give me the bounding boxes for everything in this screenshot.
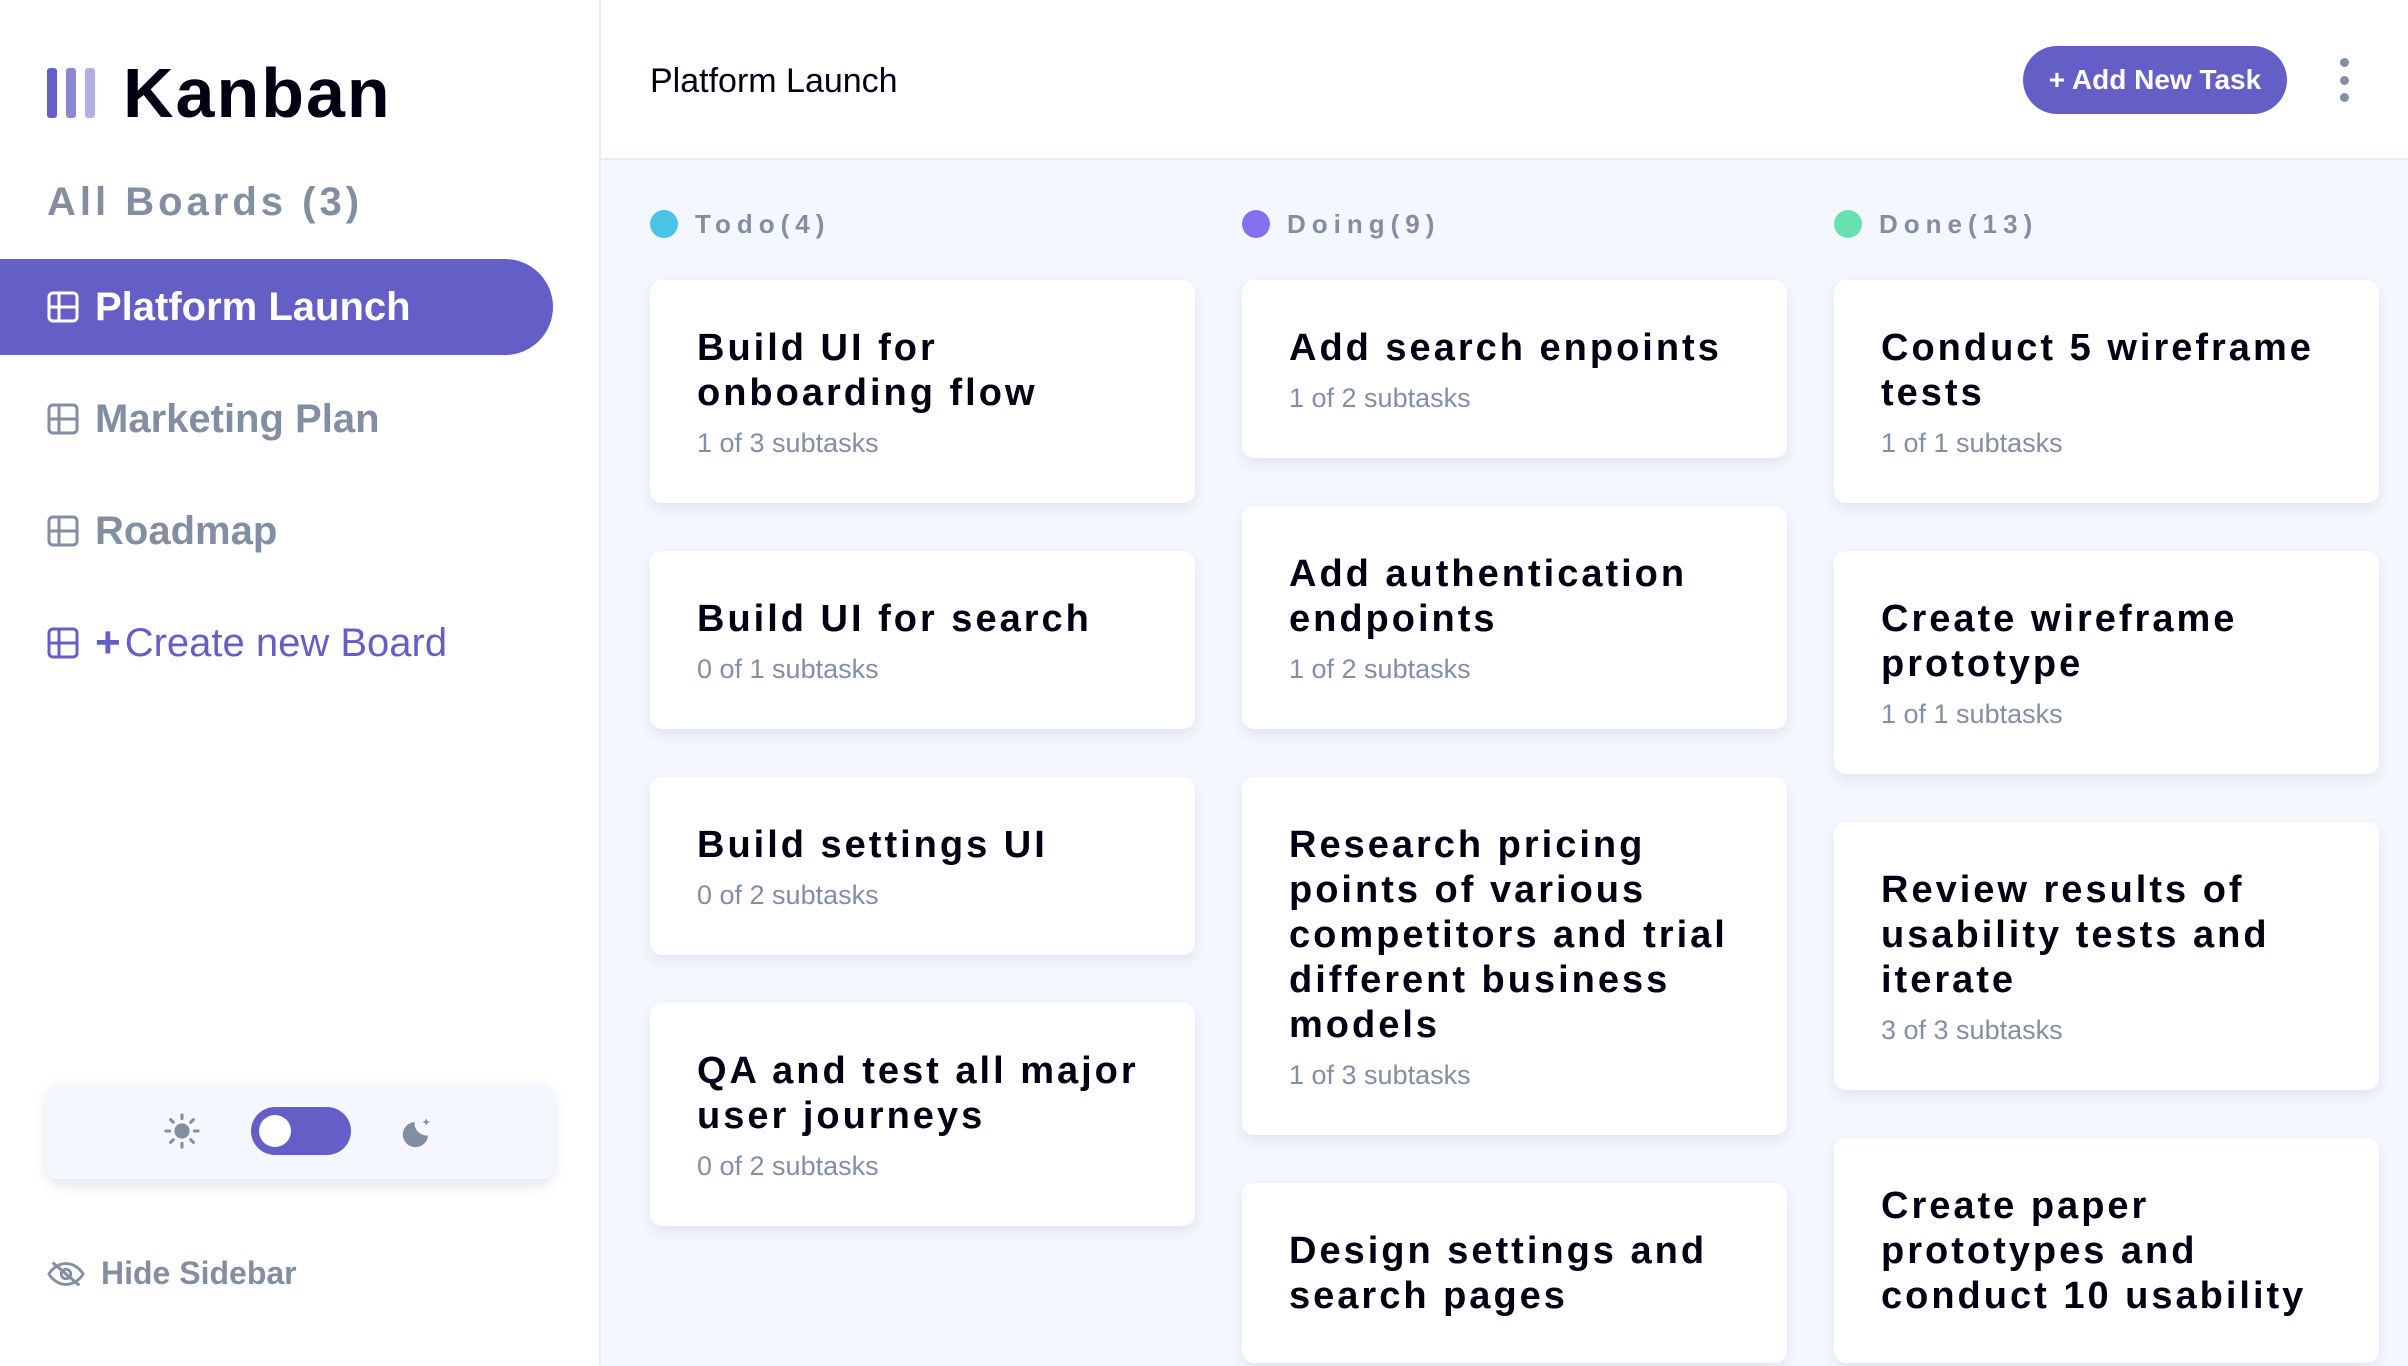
column-doing: Doing(9) Add search enpoints 1 of 2 subt… [1242, 200, 1787, 1366]
task-card[interactable]: Design settings and search pages [1242, 1183, 1787, 1363]
subtask-count: 1 of 2 subtasks [1289, 383, 1471, 413]
column-todo: Todo(4) Build UI for onboarding flow 1 o… [650, 200, 1195, 1274]
task-card[interactable]: Build settings UI 0 of 2 subtasks [650, 777, 1195, 955]
create-board-button[interactable]: + Create new Board [0, 595, 553, 691]
hide-sidebar-label: Hide Sidebar [101, 1255, 297, 1291]
subtask-count: 3 of 3 subtasks [1881, 1015, 2063, 1045]
task-title: Research pricing points of various compe… [1289, 824, 1728, 1046]
status-dot [1242, 210, 1270, 238]
task-title: Build UI for onboarding flow [697, 327, 1038, 414]
toggle-knob [259, 1115, 291, 1147]
board-icon [47, 515, 79, 547]
task-title: Build settings UI [697, 824, 1048, 866]
board-icon [47, 291, 79, 323]
all-boards-heading: All Boards (3) [47, 180, 364, 224]
task-card[interactable]: Conduct 5 wireframe tests 1 of 1 subtask… [1834, 280, 2379, 503]
task-card[interactable]: Add authentication endpoints 1 of 2 subt… [1242, 506, 1787, 729]
status-dot [650, 210, 678, 238]
sidebar-item-platform-launch[interactable]: Platform Launch [0, 259, 553, 355]
subtask-count: 0 of 2 subtasks [697, 1151, 879, 1181]
task-card[interactable]: Add search enpoints 1 of 2 subtasks [1242, 280, 1787, 458]
task-card[interactable]: Review results of usability tests and it… [1834, 822, 2379, 1090]
column-header: Todo(4) [650, 200, 1195, 248]
hide-sidebar-button[interactable]: Hide Sidebar [47, 1255, 297, 1292]
task-title: Review results of usability tests and it… [1881, 869, 2270, 1001]
column-title: Todo(4) [695, 208, 831, 239]
task-title: Create wireframe prototype [1881, 598, 2238, 685]
task-title: Build UI for search [697, 598, 1092, 640]
eye-slash-icon [47, 1260, 85, 1287]
subtask-count: 1 of 1 subtasks [1881, 699, 2063, 729]
task-card[interactable]: Build UI for search 0 of 1 subtasks [650, 551, 1195, 729]
status-dot [1834, 210, 1862, 238]
sidebar: Kanban All Boards (3) Platform Launch Ma… [0, 0, 601, 1366]
column-done: Done(13) Conduct 5 wireframe tests 1 of … [1834, 200, 2379, 1366]
logo: Kanban [47, 58, 392, 128]
header: Platform Launch + Add New Task [601, 0, 2408, 160]
column-header: Done(13) [1834, 200, 2379, 248]
subtask-count: 1 of 1 subtasks [1881, 428, 2063, 458]
page-title: Platform Launch [650, 62, 898, 100]
board-label: Roadmap [95, 508, 278, 553]
task-card[interactable]: Create paper prototypes and conduct 10 u… [1834, 1138, 2379, 1363]
more-options-icon[interactable] [2334, 58, 2354, 102]
board-list: Platform Launch Marketing Plan Roadmap +… [0, 259, 553, 707]
subtask-count: 0 of 1 subtasks [697, 654, 879, 684]
task-title: Design settings and search pages [1289, 1230, 1708, 1317]
board-icon [47, 403, 79, 435]
add-task-button[interactable]: + Add New Task [2023, 46, 2287, 114]
task-title: Conduct 5 wireframe tests [1881, 327, 2314, 414]
sun-icon [164, 1113, 200, 1149]
board-label: Platform Launch [95, 284, 411, 329]
board-label: Marketing Plan [95, 396, 380, 441]
create-board-label: Create new Board [124, 620, 448, 665]
logo-icon [47, 68, 95, 118]
task-title: Create paper prototypes and conduct 10 u… [1881, 1185, 2307, 1317]
task-card[interactable]: Research pricing points of various compe… [1242, 777, 1787, 1135]
plus-icon: + [95, 618, 121, 667]
task-card[interactable]: Create wireframe prototype 1 of 1 subtas… [1834, 551, 2379, 774]
sidebar-item-marketing-plan[interactable]: Marketing Plan [0, 371, 553, 467]
subtask-count: 1 of 3 subtasks [1289, 1060, 1471, 1090]
task-card[interactable]: QA and test all major user journeys 0 of… [650, 1003, 1195, 1226]
task-card[interactable]: Build UI for onboarding flow 1 of 3 subt… [650, 280, 1195, 503]
task-title: Add search enpoints [1289, 327, 1722, 369]
sidebar-item-roadmap[interactable]: Roadmap [0, 483, 553, 579]
moon-icon [402, 1118, 430, 1148]
app-name: Kanban [123, 54, 392, 132]
column-header: Doing(9) [1242, 200, 1787, 248]
theme-switch[interactable] [251, 1107, 351, 1155]
task-title: QA and test all major user journeys [697, 1050, 1139, 1137]
theme-toggle [47, 1083, 553, 1179]
column-title: Done(13) [1879, 208, 2039, 239]
column-title: Doing(9) [1287, 208, 1441, 239]
subtask-count: 1 of 3 subtasks [697, 428, 879, 458]
board-icon [47, 627, 79, 659]
task-title: Add authentication endpoints [1289, 553, 1688, 640]
subtask-count: 0 of 2 subtasks [697, 880, 879, 910]
subtask-count: 1 of 2 subtasks [1289, 654, 1471, 684]
